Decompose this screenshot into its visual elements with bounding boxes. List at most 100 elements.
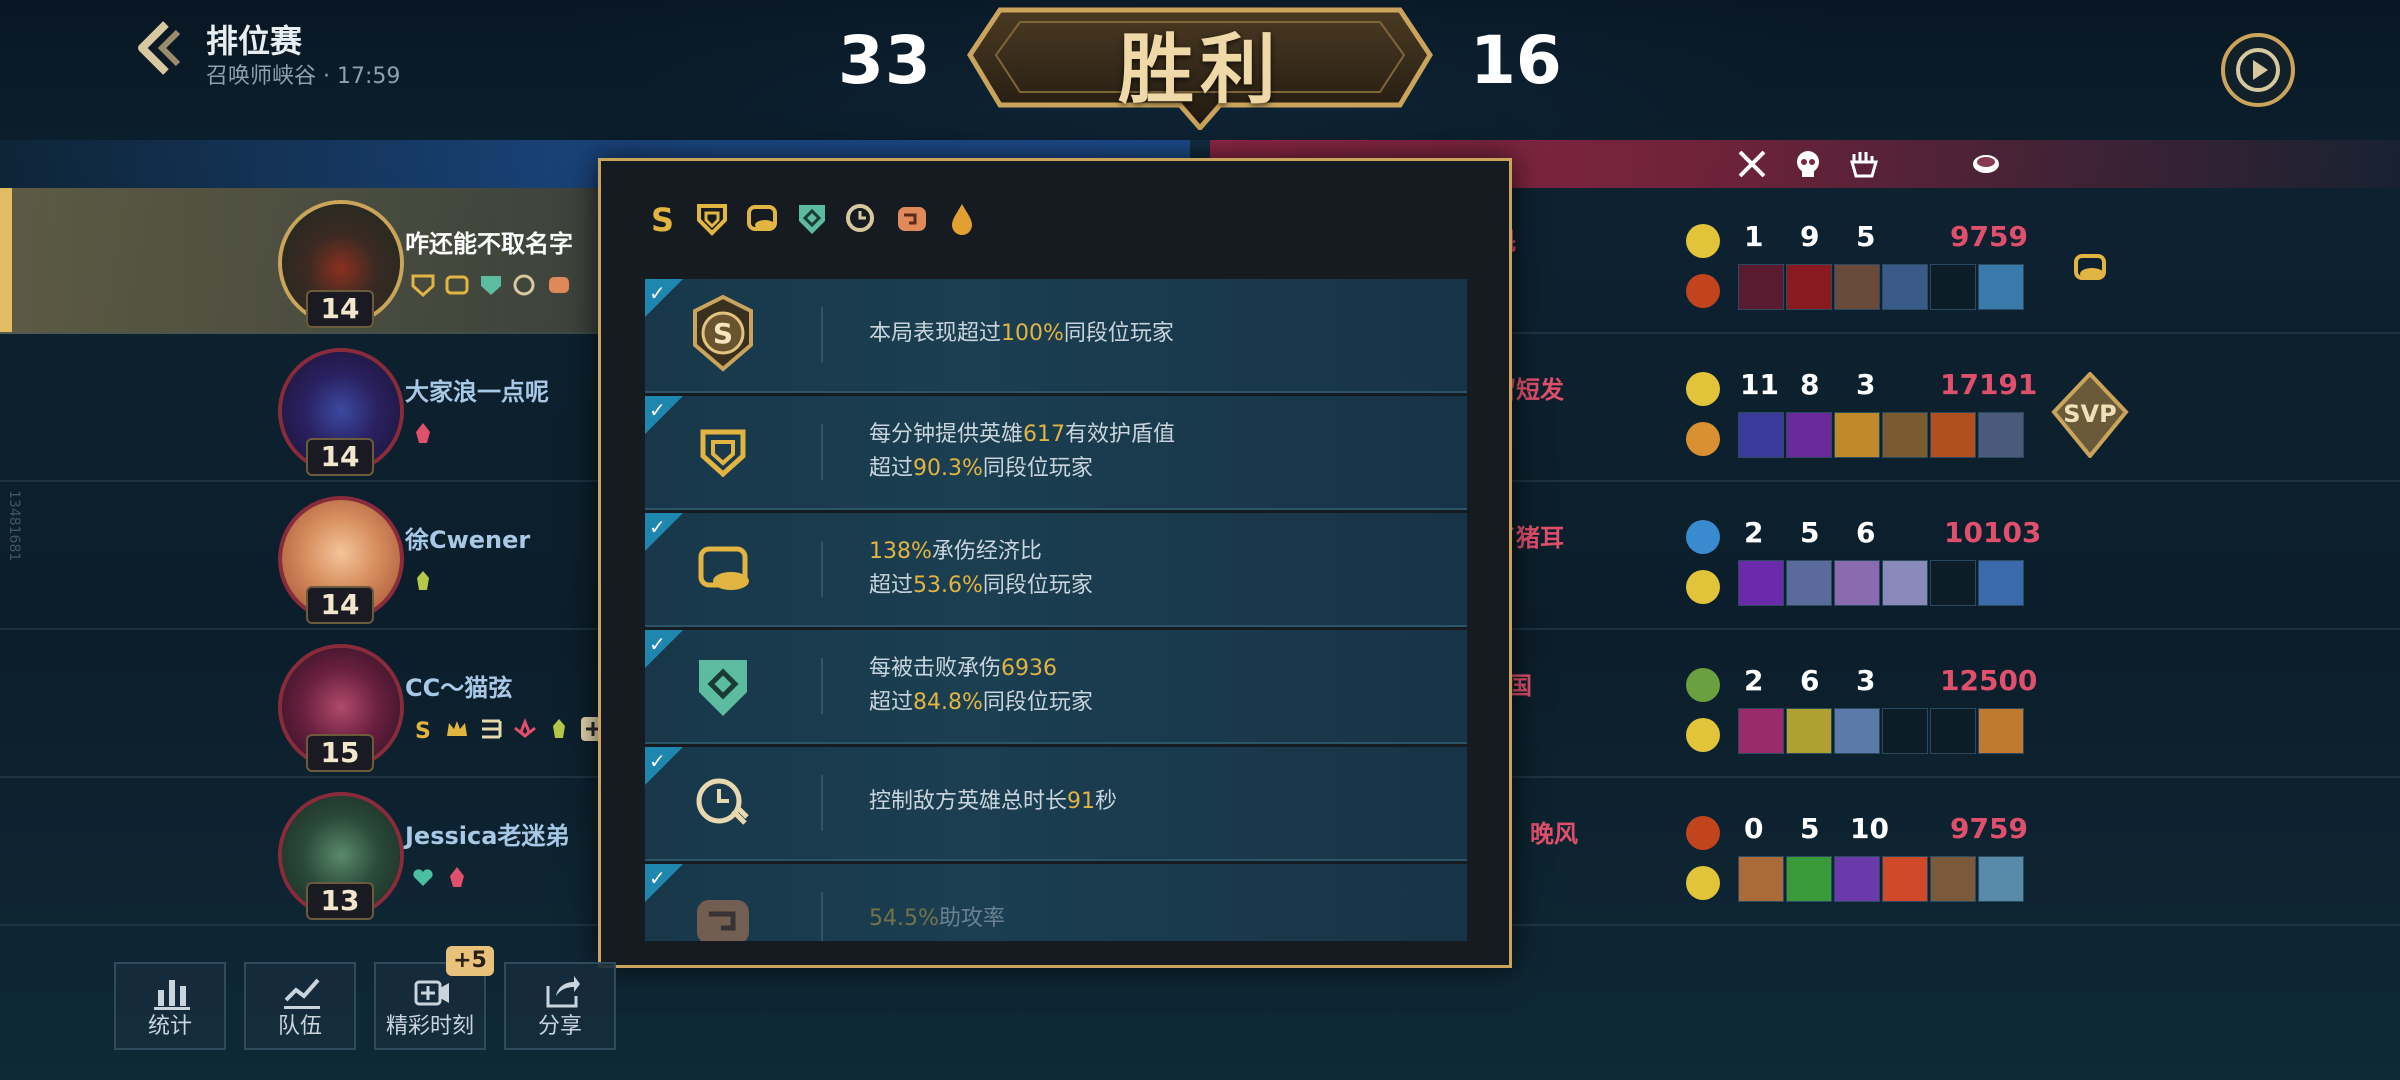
divider: [821, 892, 823, 941]
share-icon: [546, 976, 580, 1008]
trend-icon: [284, 978, 320, 1009]
achievement-list[interactable]: ✓ S 本局表现超过100%同段位玩家 ✓ 每分钟提供英雄617有效护盾值 超过9…: [645, 279, 1467, 941]
kills-value: 2: [1744, 664, 1764, 697]
checkmark-icon: ✓: [649, 398, 666, 422]
item-slot: [1834, 856, 1880, 902]
level-badge: 14: [306, 290, 374, 328]
kills-value: 11: [1740, 368, 1779, 401]
assists-hand-icon: [1850, 152, 1878, 178]
checkmark-icon: ✓: [649, 632, 666, 656]
result-text: 胜利: [1118, 25, 1282, 114]
crown-badge-icon: [447, 721, 467, 736]
achievement-item: ✓ 每被击败承伤6936 超过84.8%同段位玩家: [645, 630, 1467, 744]
assists-value: 6: [1856, 516, 1876, 549]
achievement-item: ✓ S 本局表现超过100%同段位玩家: [645, 279, 1467, 393]
deaths-value: 8: [1800, 368, 1820, 401]
tank-emblem-icon: [698, 546, 749, 590]
popup-badge-row: S: [645, 201, 979, 237]
flame-badge-icon: [450, 867, 464, 887]
level-badge: 13: [306, 882, 374, 920]
achievement-badges: [410, 864, 470, 894]
control-time-badge-icon: [513, 274, 535, 296]
item-slot: [1834, 708, 1880, 754]
item-slot: [1930, 708, 1976, 754]
assists-value: 5: [1856, 220, 1876, 253]
item-slot: [1738, 412, 1784, 458]
item-slot: [1978, 264, 2024, 310]
item-slot: [1930, 856, 1976, 902]
item-slot: [1834, 264, 1880, 310]
item-slot: [1882, 264, 1928, 310]
deaths-skull-icon: [1797, 151, 1819, 177]
item-slots: [1738, 708, 2024, 754]
performance-detail-popup[interactable]: S ✓ S 本局表现超过100%同段位玩家 ✓ 每分钟提供英雄617有效护盾值 …: [598, 158, 1512, 968]
share-button[interactable]: 分享: [504, 962, 616, 1050]
shield-badge-icon: [411, 274, 435, 298]
gold-value: 17191: [1940, 368, 2038, 401]
player-name: Jessica老迷弟: [405, 822, 570, 850]
divider: [821, 541, 823, 597]
assist-badge-icon: [549, 277, 569, 293]
ignite-spell-icon: [1686, 274, 1720, 308]
checkmark-icon: ✓: [649, 515, 666, 539]
item-slots: [1738, 560, 2024, 606]
highlights-count-badge: +5: [446, 946, 494, 976]
achievement-text: 控制敌方英雄总时长91秒: [869, 789, 1118, 814]
level-badge: 14: [306, 438, 374, 476]
svg-text:SVP: SVP: [2063, 400, 2116, 428]
gold-icon: [1973, 155, 1999, 173]
map-and-time: 召唤师峡谷 · 17:59: [206, 64, 401, 89]
control-time-icon: [846, 204, 874, 232]
item-slots: [1738, 856, 2024, 902]
divider: [821, 775, 823, 831]
player-name: 徐Cwener: [405, 526, 531, 554]
ward-badge-icon: [417, 571, 429, 590]
teleport-spell-icon: [1686, 520, 1720, 554]
divider: [821, 658, 823, 714]
checkmark-icon: ✓: [649, 281, 666, 305]
assist-rate-emblem-icon: [697, 900, 749, 941]
assist-rate-icon: [898, 207, 926, 231]
bar-chart-icon: [154, 980, 190, 1010]
stats-button[interactable]: 统计: [114, 962, 226, 1050]
svg-text:S: S: [651, 201, 674, 237]
tank-icon: [747, 205, 777, 231]
checkmark-icon: ✓: [649, 749, 666, 773]
replay-icon[interactable]: [2218, 30, 2298, 110]
lotus-badge-icon: [514, 717, 536, 739]
ward-badge-icon: [553, 719, 565, 738]
flash-spell-icon: [1686, 372, 1720, 406]
mode-title: 排位赛: [206, 22, 303, 60]
kills-value: 2: [1744, 516, 1764, 549]
item-slot: [1834, 560, 1880, 606]
item-slot: [1882, 412, 1928, 458]
deaths-value: 5: [1800, 516, 1820, 549]
player-name: 大家浪一点呢: [405, 378, 549, 406]
item-slot: [1978, 708, 2024, 754]
achievement-item: ✓ 138%承伤经济比 超过53.6%同段位玩家: [645, 513, 1467, 627]
blue-team-score: 33: [838, 22, 932, 99]
item-slots: [1738, 412, 2024, 458]
checkmark-icon: ✓: [649, 866, 666, 890]
achievement-item: ✓ 54.5%助攻率: [645, 864, 1467, 941]
s-rank-badge-icon: S: [415, 719, 431, 742]
triple-kill-badge-icon: [482, 719, 502, 739]
deaths-value: 9: [1800, 220, 1820, 253]
team-button[interactable]: 队伍: [244, 962, 356, 1050]
item-slot: [1738, 856, 1784, 902]
gold-value: 10103: [1944, 516, 2042, 549]
back-arrow-icon[interactable]: [128, 18, 188, 78]
achievement-badges: [410, 568, 436, 598]
gold-value: 12500: [1940, 664, 2038, 697]
kills-value: 1: [1744, 220, 1764, 253]
shield-emblem-icon: [700, 429, 746, 478]
item-slot: [1978, 856, 2024, 902]
item-slots: [1738, 264, 2024, 310]
s-rank-emblem-icon: S: [693, 294, 753, 372]
divider: [821, 307, 823, 363]
level-badge: 14: [306, 586, 374, 624]
achievement-badges: S: [410, 716, 606, 746]
achievement-item: ✓ 每分钟提供英雄617有效护盾值 超过90.3%同段位玩家: [645, 396, 1467, 510]
gold-value: 9759: [1950, 812, 2028, 845]
achievement-text: 54.5%助攻率: [869, 906, 1005, 931]
